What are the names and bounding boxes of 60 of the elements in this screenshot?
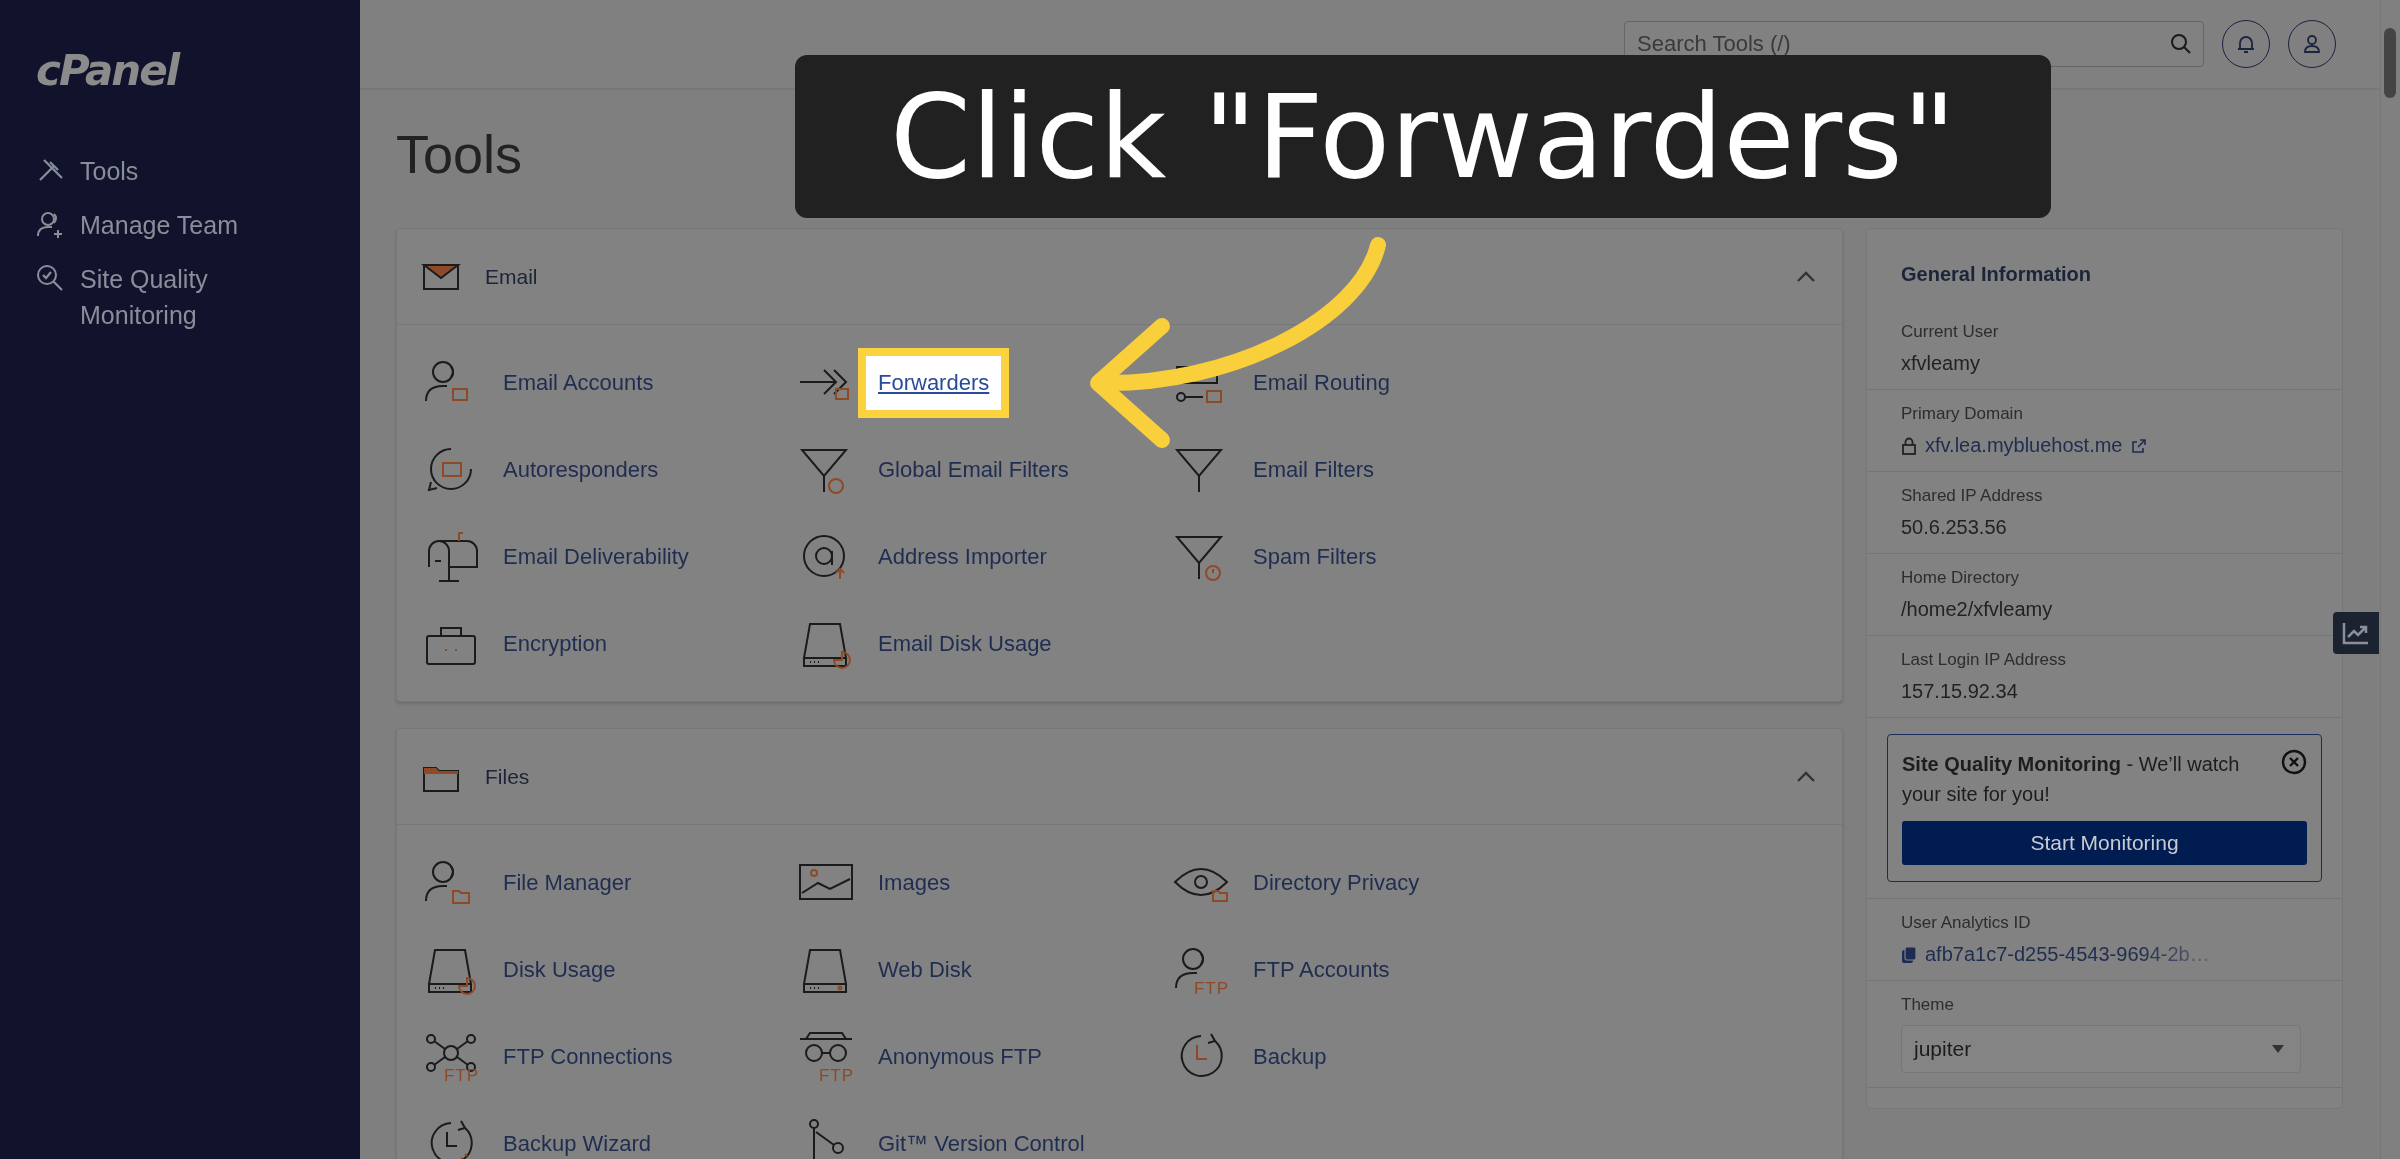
- chart-button[interactable]: [2333, 612, 2379, 654]
- sidebar-item[interactable]: Site Quality Monitoring: [36, 261, 286, 333]
- tool-link[interactable]: Backup: [1253, 1043, 1327, 1070]
- tool-link[interactable]: FTP Accounts: [1253, 956, 1390, 983]
- tool-link[interactable]: Spam Filters: [1253, 543, 1377, 570]
- tool-link[interactable]: Global Email Filters: [878, 456, 1069, 483]
- tool-link[interactable]: Encryption: [503, 630, 607, 657]
- tool-link[interactable]: Forwarders: [858, 347, 1010, 418]
- tool-link[interactable]: Email Accounts: [503, 369, 654, 396]
- field-value: xfvleamy: [1901, 352, 1981, 375]
- sidebar-item[interactable]: Tools: [36, 153, 286, 189]
- field-label: Shared IP Address: [1901, 486, 2044, 506]
- card-title: Files: [485, 764, 531, 789]
- tool-link[interactable]: Anonymous FTP: [878, 1043, 1042, 1070]
- tool-link[interactable]: Email Disk Usage: [878, 630, 1052, 657]
- field-value: 157.15.92.34: [1901, 680, 2019, 703]
- close-button[interactable]: [2281, 749, 2307, 775]
- search-icon: [2170, 33, 2192, 55]
- tool-link[interactable]: Email Filters: [1253, 456, 1374, 483]
- tool-link[interactable]: Email Routing: [1253, 369, 1390, 396]
- sidebar-item[interactable]: Manage Team: [36, 207, 286, 243]
- panel-title: General Information: [1900, 262, 2093, 287]
- page-title: Tools: [396, 124, 523, 184]
- logo[interactable]: cPanel: [36, 46, 360, 95]
- annotation-tooltip: Click "Forwarders": [795, 55, 2051, 218]
- copy-icon[interactable]: [1901, 945, 1917, 964]
- card-header[interactable]: Email: [397, 229, 1842, 325]
- field-value: /home2/xfvleamy: [1901, 598, 2054, 621]
- lock-icon: [1901, 436, 1917, 455]
- bell-icon: [2235, 33, 2257, 55]
- caret-icon: [2272, 1045, 2284, 1053]
- tool-link[interactable]: Images: [878, 869, 951, 896]
- tool-link[interactable]: Autoresponders: [503, 456, 659, 483]
- tool-link[interactable]: Email Deliverability: [503, 543, 689, 570]
- domain-link[interactable]: xfv.lea.mybluehost.me: [1925, 434, 2123, 457]
- field-label: Current User: [1901, 322, 2000, 342]
- external-link-icon[interactable]: [2130, 437, 2147, 454]
- card-header[interactable]: Files: [397, 729, 1842, 825]
- field-label: Last Login IP Address: [1901, 650, 2068, 670]
- tool-link[interactable]: Web Disk: [878, 956, 972, 983]
- field-label: User Analytics ID: [1901, 913, 2032, 933]
- field-label: Primary Domain: [1901, 404, 2024, 424]
- promo-text: Site Quality Monitoring - We’ll watch your site for you!: [1902, 752, 2241, 807]
- tool-link[interactable]: Backup Wizard: [503, 1130, 651, 1157]
- tool-link[interactable]: Address Importer: [878, 543, 1047, 570]
- tool-link[interactable]: Git™ Version Control: [878, 1130, 1085, 1157]
- tool-link[interactable]: Disk Usage: [503, 956, 616, 983]
- start-monitoring-button[interactable]: Start Monitoring: [1902, 821, 2307, 865]
- tool-link[interactable]: File Manager: [503, 869, 632, 896]
- field-label: Theme: [1901, 995, 1955, 1015]
- tool-link[interactable]: FTP Connections: [503, 1043, 673, 1070]
- card-title: Email: [485, 264, 539, 289]
- field-label: Home Directory: [1901, 568, 2021, 588]
- chart-icon: [2342, 621, 2370, 645]
- analytics-id: afb7a1c7-d255-4543-9694-2b…: [1925, 943, 2210, 966]
- user-icon: [2301, 33, 2323, 55]
- field-value: 50.6.253.56: [1901, 516, 2008, 539]
- tool-link[interactable]: Directory Privacy: [1253, 869, 1420, 896]
- close-icon: [2281, 749, 2307, 775]
- theme-dropdown[interactable]: jupiter: [1901, 1025, 2301, 1073]
